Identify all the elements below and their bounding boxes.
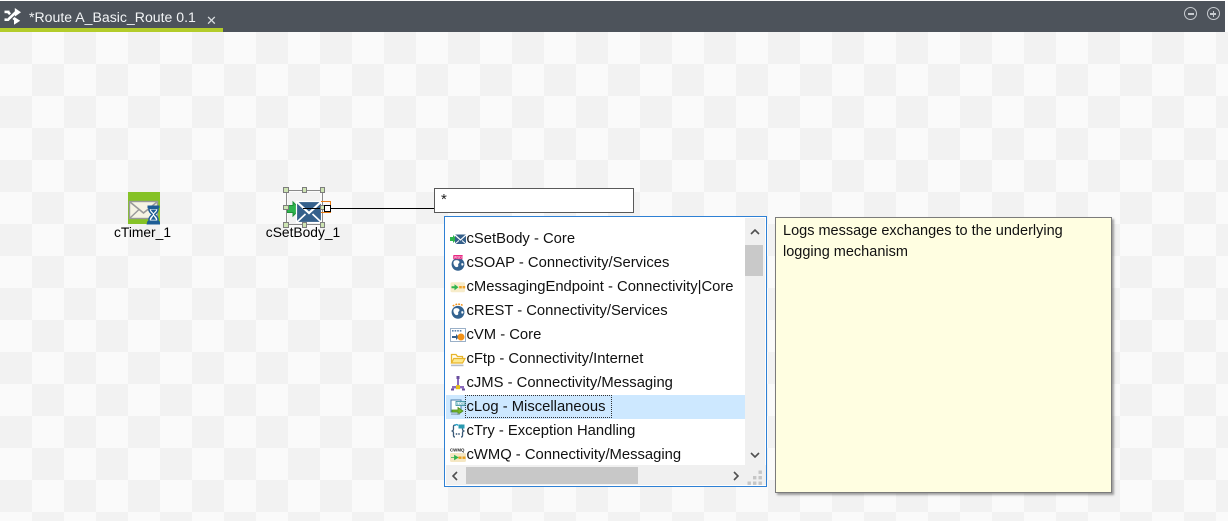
svg-text:CWMQ: CWMQ xyxy=(450,448,465,453)
svg-text:WSDL: WSDL xyxy=(454,256,464,260)
svg-text:LOG: LOG xyxy=(457,402,465,406)
